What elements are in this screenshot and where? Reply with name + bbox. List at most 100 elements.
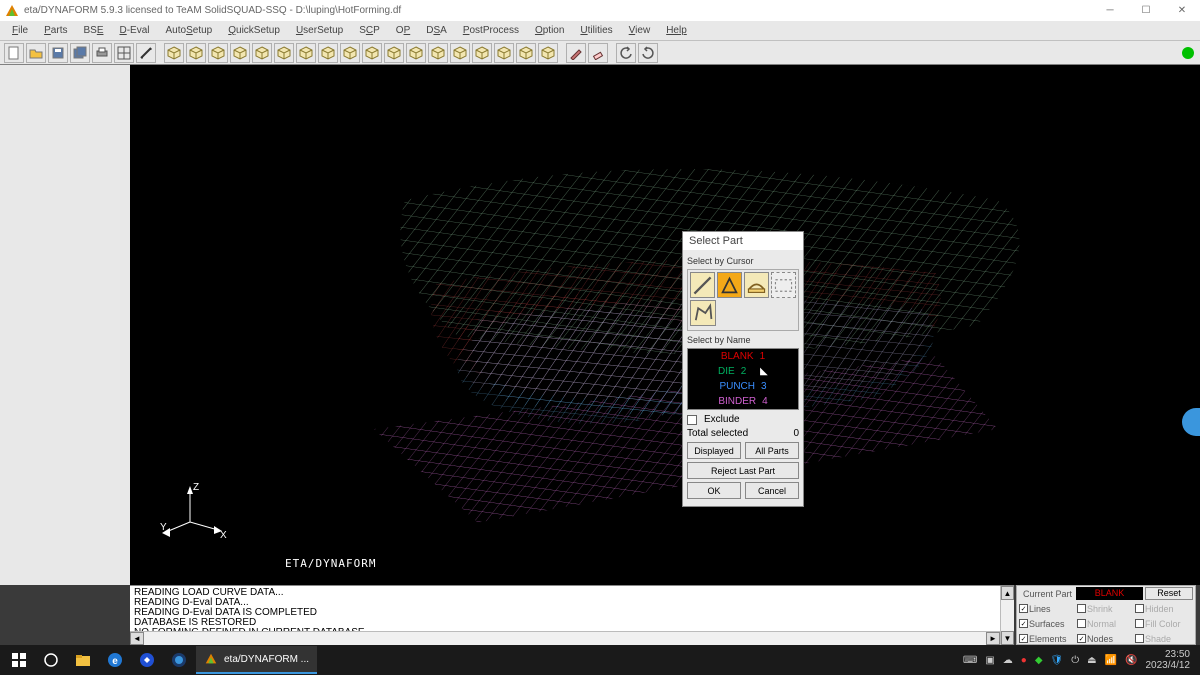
tool-save[interactable] xyxy=(48,43,68,63)
tool-view-0[interactable] xyxy=(164,43,184,63)
tool-view-10[interactable] xyxy=(384,43,404,63)
tray-icon[interactable]: ⏻ xyxy=(1071,655,1079,666)
viewport-3d[interactable]: Z X Y ETA/DYNAFORM Select Part Select by… xyxy=(130,65,1200,585)
edge-icon[interactable]: e xyxy=(100,646,130,674)
menu-postprocess[interactable]: PostProcess xyxy=(455,23,527,38)
cursor-tool-part[interactable] xyxy=(717,272,742,298)
menu-option[interactable]: Option xyxy=(527,23,572,38)
app-icon-2[interactable] xyxy=(164,646,194,674)
tray-icon[interactable]: ◆ xyxy=(1035,655,1043,666)
vscroll-up[interactable]: ▲ xyxy=(1001,586,1014,600)
tray-icon[interactable]: 🛡 xyxy=(1051,655,1064,666)
menu-utilities[interactable]: Utilities xyxy=(572,23,620,38)
tray-network-icon[interactable]: 📶 xyxy=(1105,655,1117,666)
vscroll-track[interactable] xyxy=(1001,600,1014,631)
dialog-title[interactable]: Select Part xyxy=(683,232,803,250)
opt-shrink[interactable]: Shrink xyxy=(1077,604,1133,614)
maximize-button[interactable]: ☐ xyxy=(1128,0,1164,21)
tool-view-9[interactable] xyxy=(362,43,382,63)
tray-icon[interactable]: ⏏ xyxy=(1087,655,1096,666)
minimize-button[interactable]: ─ xyxy=(1092,0,1128,21)
menu-autosetup[interactable]: AutoSetup xyxy=(158,23,221,38)
tool-view-17[interactable] xyxy=(538,43,558,63)
opt-elements[interactable]: Elements xyxy=(1019,634,1075,644)
tool-view-4[interactable] xyxy=(252,43,272,63)
reset-button[interactable]: Reset xyxy=(1145,587,1193,600)
part-row-die[interactable]: DIE 2◢ xyxy=(688,364,798,379)
explorer-icon[interactable] xyxy=(68,646,98,674)
opt-lines[interactable]: Lines xyxy=(1019,604,1075,614)
cancel-button[interactable]: Cancel xyxy=(745,482,799,499)
tool-view-2[interactable] xyxy=(208,43,228,63)
tool-eraser[interactable] xyxy=(588,43,608,63)
tray-volume-icon[interactable]: 🔇 xyxy=(1125,655,1137,666)
tool-grid[interactable] xyxy=(114,43,134,63)
tool-view-13[interactable] xyxy=(450,43,470,63)
opt-normal[interactable]: Normal xyxy=(1077,619,1133,629)
cursor-tool-polygon[interactable] xyxy=(690,300,716,326)
close-button[interactable]: ✕ xyxy=(1164,0,1200,21)
tool-view-14[interactable] xyxy=(472,43,492,63)
tray-icon[interactable]: ● xyxy=(1021,655,1027,666)
tool-view-1[interactable] xyxy=(186,43,206,63)
tool-view-5[interactable] xyxy=(274,43,294,63)
tool-new[interactable] xyxy=(4,43,24,63)
tool-print[interactable] xyxy=(92,43,112,63)
taskbar-app-dynaform[interactable]: eta/DYNAFORM ... xyxy=(196,646,317,674)
tool-undo[interactable] xyxy=(616,43,636,63)
cursor-tool-window[interactable] xyxy=(771,272,796,298)
tray-icon[interactable]: ☁ xyxy=(1003,655,1013,666)
tool-view-15[interactable] xyxy=(494,43,514,63)
tray-icon[interactable]: ▣ xyxy=(985,655,994,666)
menu-bse[interactable]: BSE xyxy=(75,23,111,38)
exclude-checkbox[interactable] xyxy=(687,415,697,425)
tool-view-11[interactable] xyxy=(406,43,426,63)
menu-scp[interactable]: SCP xyxy=(351,23,388,38)
cursor-tool-line[interactable] xyxy=(690,272,715,298)
part-row-blank[interactable]: BLANK 1 xyxy=(688,349,798,364)
taskbar-clock[interactable]: 23:50 2023/4/12 xyxy=(1140,649,1197,671)
tool-view-7[interactable] xyxy=(318,43,338,63)
tool-brush[interactable] xyxy=(566,43,586,63)
menu-view[interactable]: View xyxy=(621,23,659,38)
cursor-tool-surface[interactable] xyxy=(744,272,769,298)
part-row-binder[interactable]: BINDER 4 xyxy=(688,394,798,409)
tool-view-16[interactable] xyxy=(516,43,536,63)
menu-d-eval[interactable]: D-Eval xyxy=(111,23,157,38)
hscroll-track[interactable] xyxy=(144,632,986,645)
opt-shade[interactable]: Shade xyxy=(1135,634,1191,644)
all-parts-button[interactable]: All Parts xyxy=(745,442,799,459)
opt-nodes[interactable]: Nodes xyxy=(1077,634,1133,644)
hscroll-right[interactable]: ► xyxy=(986,632,1000,645)
tool-view-12[interactable] xyxy=(428,43,448,63)
opt-hidden[interactable]: Hidden xyxy=(1135,604,1191,614)
menu-quicksetup[interactable]: QuickSetup xyxy=(220,23,288,38)
menu-dsa[interactable]: DSA xyxy=(418,23,455,38)
cortana-button[interactable] xyxy=(36,646,66,674)
tool-view-6[interactable] xyxy=(296,43,316,63)
menu-parts[interactable]: Parts xyxy=(36,23,75,38)
tool-view-3[interactable] xyxy=(230,43,250,63)
opt-fill-color[interactable]: Fill Color xyxy=(1135,619,1191,629)
menu-help[interactable]: Help xyxy=(658,23,695,38)
opt-surfaces[interactable]: Surfaces xyxy=(1019,619,1075,629)
reject-last-part-button[interactable]: Reject Last Part xyxy=(687,462,799,479)
part-row-punch[interactable]: PUNCH 3 xyxy=(688,379,798,394)
current-part-value[interactable]: BLANK xyxy=(1076,587,1143,600)
start-button[interactable] xyxy=(4,646,34,674)
tray-icon[interactable]: ⌨ xyxy=(963,655,977,666)
tool-saveas[interactable] xyxy=(70,43,90,63)
tool-measure[interactable] xyxy=(136,43,156,63)
displayed-button[interactable]: Displayed xyxy=(687,442,741,459)
tool-view-8[interactable] xyxy=(340,43,360,63)
menu-usersetup[interactable]: UserSetup xyxy=(288,23,351,38)
tool-open[interactable] xyxy=(26,43,46,63)
tool-redo[interactable] xyxy=(638,43,658,63)
hscroll-left[interactable]: ◄ xyxy=(130,632,144,645)
menu-file[interactable]: File xyxy=(4,23,36,38)
system-tray[interactable]: ⌨ ▣ ☁ ● ◆ 🛡 ⏻ ⏏ 📶 🔇 xyxy=(963,655,1138,666)
app-icon-1[interactable] xyxy=(132,646,162,674)
menu-op[interactable]: OP xyxy=(388,23,418,38)
ok-button[interactable]: OK xyxy=(687,482,741,499)
vscroll-down[interactable]: ▼ xyxy=(1001,631,1014,645)
